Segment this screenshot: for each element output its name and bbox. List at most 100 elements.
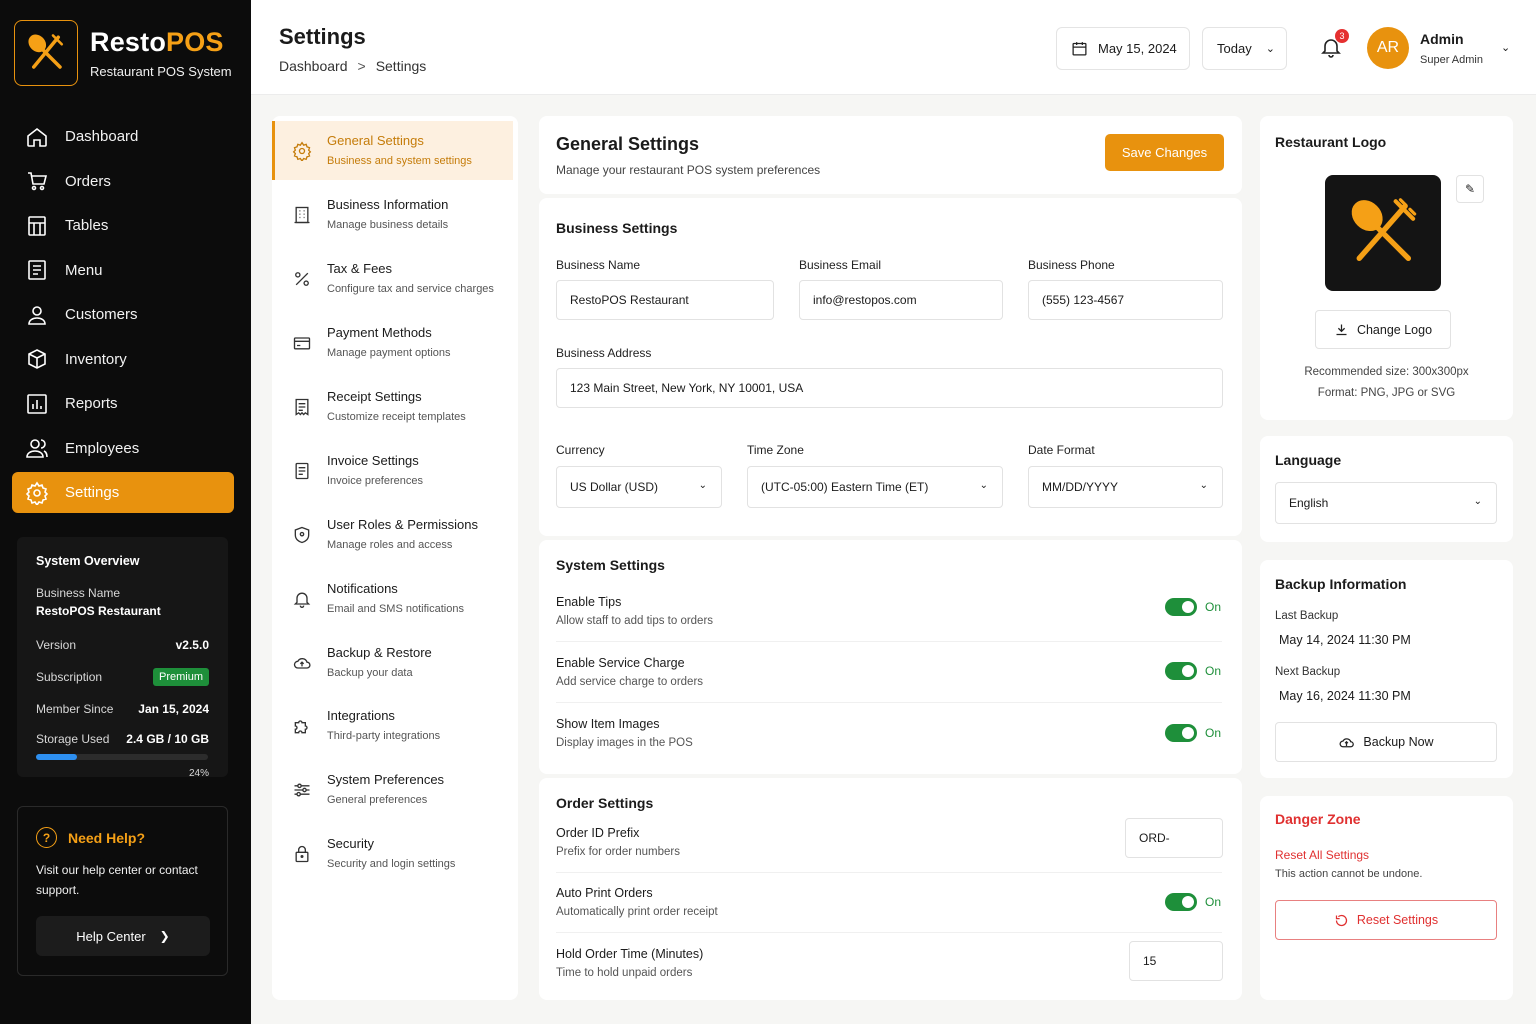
sidebar-item-menu[interactable]: Menu bbox=[12, 250, 234, 291]
sidebar-item-tables[interactable]: Tables bbox=[12, 205, 234, 246]
sidebar-item-settings[interactable]: Settings bbox=[12, 472, 234, 513]
sidebar-item-customers[interactable]: Customers bbox=[12, 294, 234, 335]
next-backup-label: Next Backup bbox=[1275, 666, 1341, 678]
date-picker[interactable]: May 15, 2024 bbox=[1056, 27, 1190, 70]
enable-service-charge-desc: Add service charge to orders bbox=[556, 676, 704, 688]
settings-menu-payment[interactable]: Payment Methods Manage payment options bbox=[272, 313, 518, 372]
timezone-label: Time Zone bbox=[747, 443, 804, 457]
show-item-images-toggle[interactable] bbox=[1165, 724, 1197, 742]
user-role: Super Admin bbox=[1420, 54, 1483, 66]
settings-menu-general[interactable]: General Settings Business and system sett… bbox=[272, 121, 513, 180]
brand[interactable]: RestoPOS Restaurant POS System bbox=[14, 20, 232, 86]
menu-icon bbox=[28, 260, 46, 280]
system-settings: System Settings Enable Tips Allow staff … bbox=[539, 540, 1242, 774]
settings-menu-tax[interactable]: Tax & Fees Configure tax and service char… bbox=[272, 249, 518, 308]
fork-spoon-icon bbox=[28, 34, 64, 69]
danger-zone-title: Danger Zone bbox=[1275, 811, 1361, 827]
settings-menu-preferences[interactable]: System Preferences General preferences bbox=[272, 760, 518, 819]
business-phone-input[interactable]: (555) 123-4567 bbox=[1028, 280, 1223, 320]
help-title: ? Need Help? bbox=[36, 827, 209, 848]
business-address-input[interactable]: 123 Main Street, New York, NY 10001, USA bbox=[556, 368, 1223, 408]
settings-menu-notifications[interactable]: Notifications Email and SMS notifications bbox=[272, 569, 518, 628]
settings-menu-security[interactable]: Security Security and login settings bbox=[272, 824, 518, 883]
auto-print-desc: Automatically print order receipt bbox=[556, 906, 718, 918]
sidebar-item-orders[interactable]: Orders bbox=[12, 161, 234, 202]
business-settings: Business Settings Business Name RestoPOS… bbox=[539, 198, 1242, 536]
sidebar-item-label: Inventory bbox=[65, 350, 127, 368]
language-select[interactable]: English ⌄ bbox=[1275, 482, 1497, 524]
chevron-right-icon: ❯ bbox=[159, 929, 170, 943]
breadcrumb: Dashboard > Settings bbox=[279, 58, 426, 74]
order-prefix-input[interactable]: ORD- bbox=[1125, 818, 1223, 858]
calendar-icon bbox=[1072, 42, 1087, 56]
sidebar-nav: Dashboard Orders Tables Menu Customers I… bbox=[12, 116, 234, 517]
receipt-icon bbox=[295, 398, 309, 416]
user-name: Admin bbox=[1420, 31, 1464, 47]
hold-order-input[interactable]: 15 bbox=[1129, 941, 1223, 981]
backup-now-button[interactable]: Backup Now bbox=[1275, 722, 1497, 762]
sidebar-item-label: Tables bbox=[65, 217, 109, 234]
chevron-down-icon: ⌄ bbox=[1265, 43, 1275, 55]
divider bbox=[556, 872, 1222, 873]
storage-percent: 24% bbox=[188, 768, 209, 779]
chevron-down-icon: ⌄ bbox=[979, 480, 988, 491]
enable-service-charge-toggle[interactable] bbox=[1165, 662, 1197, 680]
sidebar-item-employees[interactable]: Employees bbox=[12, 428, 234, 469]
cloud-upload-icon bbox=[1339, 737, 1355, 747]
settings-menu-business[interactable]: Business Information Manage business deta… bbox=[272, 185, 518, 244]
box-icon bbox=[28, 349, 46, 369]
business-email-input[interactable]: info@restopos.com bbox=[799, 280, 1003, 320]
reset-all-settings-link[interactable]: Reset All Settings bbox=[1275, 848, 1369, 862]
settings-menu-integrations[interactable]: Integrations Third-party integrations bbox=[272, 696, 518, 755]
language-card: Language English ⌄ bbox=[1260, 436, 1513, 542]
overview-member-row: Member Since Jan 15, 2024 bbox=[36, 702, 209, 716]
settings-menu-roles[interactable]: User Roles & Permissions Manage roles and… bbox=[272, 505, 518, 564]
backup-title: Backup Information bbox=[1275, 576, 1407, 592]
change-logo-button[interactable]: Change Logo bbox=[1315, 310, 1451, 349]
overview-version-row: Version v2.5.0 bbox=[36, 638, 209, 652]
chevron-down-icon[interactable]: ⌄ bbox=[1501, 41, 1510, 54]
save-changes-button[interactable]: Save Changes bbox=[1105, 134, 1224, 171]
table-icon bbox=[28, 215, 46, 236]
brand-name: RestoPOS bbox=[90, 27, 224, 57]
divider bbox=[556, 702, 1222, 703]
settings-menu-receipt[interactable]: Receipt Settings Customize receipt templa… bbox=[272, 377, 518, 436]
sidebar-item-label: Settings bbox=[65, 484, 120, 501]
date-format-select[interactable]: MM/DD/YYYY ⌄ bbox=[1028, 466, 1223, 508]
currency-select[interactable]: US Dollar (USD) ⌄ bbox=[556, 466, 722, 508]
sidebar-item-inventory[interactable]: Inventory bbox=[12, 339, 234, 380]
edit-logo-button[interactable]: ✎ bbox=[1456, 175, 1484, 203]
settings-menu-invoice[interactable]: Invoice Settings Invoice preferences bbox=[272, 441, 518, 500]
order-prefix-desc: Prefix for order numbers bbox=[556, 846, 680, 858]
enable-tips-toggle[interactable] bbox=[1165, 598, 1197, 616]
auto-print-state: On bbox=[1205, 895, 1222, 909]
sidebar-item-reports[interactable]: Reports bbox=[12, 383, 234, 424]
header: Settings Dashboard > Settings May 15, 2024… bbox=[251, 0, 1536, 95]
sidebar-item-dashboard[interactable]: Dashboard bbox=[12, 116, 234, 157]
range-select[interactable]: Today ⌄ bbox=[1202, 27, 1287, 70]
settings-menu-backup[interactable]: Backup & Restore Backup your data bbox=[272, 633, 518, 692]
date-format-label: Date Format bbox=[1028, 443, 1095, 457]
help-center-button[interactable]: Help Center ❯ bbox=[36, 916, 210, 956]
overview-storage-label: Storage Used bbox=[36, 732, 110, 746]
show-item-images-state: On bbox=[1205, 726, 1222, 740]
hold-order-desc: Time to hold unpaid orders bbox=[556, 967, 693, 979]
reset-settings-button[interactable]: Reset Settings bbox=[1275, 900, 1497, 940]
timezone-select[interactable]: (UTC-05:00) Eastern Time (ET) ⌄ bbox=[747, 466, 1003, 508]
breadcrumb-dashboard[interactable]: Dashboard bbox=[279, 58, 348, 74]
sidebar-item-label: Customers bbox=[65, 306, 138, 323]
overview-title: System Overview bbox=[36, 554, 140, 568]
brand-subtitle: Restaurant POS System bbox=[90, 64, 232, 79]
download-icon bbox=[1336, 324, 1347, 336]
auto-print-toggle[interactable] bbox=[1165, 893, 1197, 911]
sidebar-item-label: Dashboard bbox=[65, 128, 139, 145]
avatar[interactable]: AR bbox=[1367, 27, 1409, 69]
gear-icon bbox=[25, 481, 49, 505]
business-name-input[interactable]: RestoPOS Restaurant bbox=[556, 280, 774, 320]
overview-business-value: RestoPOS Restaurant bbox=[36, 604, 161, 618]
logo-size-note: Recommended size: 300x300px bbox=[1304, 366, 1469, 378]
last-backup-label: Last Backup bbox=[1275, 610, 1339, 622]
overview-version-label: Version bbox=[36, 638, 77, 652]
overview-storage-value: 2.4 GB / 10 GB bbox=[126, 732, 209, 746]
enable-service-charge-title: Enable Service Charge bbox=[556, 656, 685, 670]
